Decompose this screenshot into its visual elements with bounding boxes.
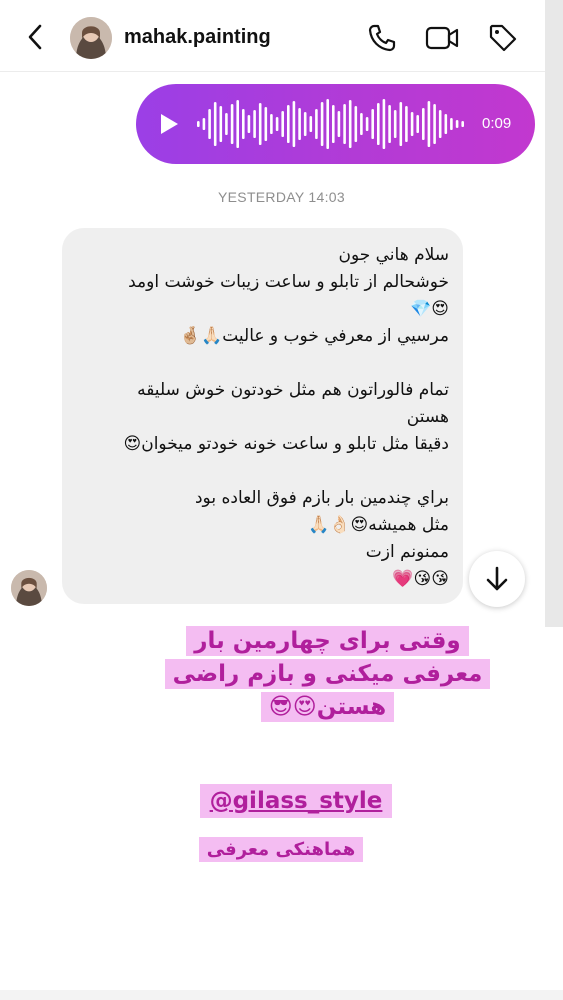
- mention-link[interactable]: @gilass_style: [199, 784, 393, 818]
- waveform-bar: [365, 117, 369, 131]
- waveform-bar: [264, 107, 268, 141]
- scroll-to-bottom-button[interactable]: [469, 551, 525, 607]
- story-caption: وقتی برای چهارمین بار معرفی میکنی و بازم…: [156, 625, 499, 724]
- waveform-bar: [225, 113, 228, 135]
- waveform-bar: [427, 101, 431, 147]
- waveform-bar: [337, 111, 341, 137]
- message-line: [77, 350, 449, 377]
- message-line: براي چندمين بار بازم فوق العاده بود: [194, 488, 449, 508]
- message-timestamp: YESTERDAY 14:03: [218, 189, 345, 205]
- message-line: مثل هميشه😍👌🏻🙏🏻: [308, 515, 449, 535]
- message-line: تمام فالوراتون هم مثل خودتون خوش سليقه: [137, 380, 449, 400]
- waveform-bar: [326, 99, 329, 149]
- message-line: خوشحالم از تابلو و ساعت زيبات خوشت اومد: [128, 272, 449, 292]
- waveform-bar: [360, 113, 363, 135]
- waveform-bar: [208, 109, 211, 139]
- waveform-bar: [213, 102, 217, 146]
- waveform-bar: [253, 110, 256, 138]
- waveform-bar: [202, 118, 206, 130]
- phone-call-button[interactable]: [364, 20, 400, 56]
- message-line: [77, 458, 449, 485]
- waveform-bar: [438, 110, 442, 138]
- waveform-bar: [388, 105, 391, 143]
- scrollbar-track: [545, 0, 563, 627]
- received-message-bubble[interactable]: سلام هاني جون خوشحالم از تابلو و ساعت زي…: [62, 228, 463, 604]
- video-camera-icon: [425, 26, 459, 50]
- waveform-bar: [303, 112, 307, 136]
- waveform-bar: [455, 120, 459, 128]
- phone-icon: [368, 24, 396, 52]
- waveform-bar: [343, 104, 346, 144]
- waveform-bar: [219, 106, 223, 142]
- waveform-bar: [416, 115, 419, 133]
- arrow-down-icon: [486, 566, 508, 591]
- play-icon[interactable]: [158, 112, 180, 136]
- waveform-bar: [450, 118, 453, 130]
- waveform-bar: [410, 112, 414, 136]
- waveform-bar: [197, 121, 200, 127]
- waveform-bar: [433, 104, 436, 144]
- waveform-bar: [320, 102, 324, 146]
- waveform-bar: [298, 108, 301, 140]
- subtitle-text: هماهنکی معرفی: [198, 837, 364, 862]
- waveform-bar: [275, 117, 279, 131]
- waveform-bar: [287, 105, 290, 143]
- waveform-bar: [309, 116, 313, 132]
- caption-line: معرفی میکنی و بازم راضی: [164, 659, 491, 689]
- waveform-bar: [405, 106, 408, 142]
- bottom-edge: [0, 990, 563, 1000]
- waveform-bar: [382, 99, 386, 149]
- waveform-bar: [354, 106, 358, 142]
- waveform-bar: [444, 114, 448, 134]
- message-line: هستن: [406, 407, 449, 427]
- avatar[interactable]: [70, 17, 112, 59]
- waveform-bar: [236, 100, 239, 148]
- message-line: سلام هاني جون: [338, 245, 449, 265]
- message-line: ممنونم ازت: [365, 542, 449, 562]
- waveform-bar: [270, 114, 273, 134]
- message-line: مرسيي از معرفي خوب و عاليت🙏🏻🤞🏼: [179, 326, 449, 346]
- waveform-bar: [422, 108, 425, 140]
- message-text: سلام هاني جون خوشحالم از تابلو و ساعت زي…: [77, 242, 450, 593]
- waveform-bar: [461, 121, 464, 127]
- waveform-bar: [348, 100, 352, 148]
- waveform-bar: [315, 109, 318, 139]
- waveform-bar: [242, 109, 245, 139]
- waveform-bar: [292, 101, 296, 147]
- waveform-bar: [371, 109, 374, 139]
- mention-sticker[interactable]: @gilass_style: [196, 782, 396, 820]
- tag-button[interactable]: [485, 20, 521, 56]
- waveform-bar: [332, 105, 335, 143]
- caption-line: وقتی برای چهارمین بار: [186, 626, 469, 656]
- waveform-bar: [281, 111, 284, 137]
- video-call-button[interactable]: [424, 20, 460, 56]
- back-arrow-icon: [28, 24, 42, 50]
- caption-line: هستن😍😎: [260, 692, 395, 722]
- waveform-bar: [230, 104, 234, 144]
- tag-icon: [489, 24, 517, 52]
- waveform-bar: [258, 103, 262, 145]
- message-line: 😍💎: [410, 299, 449, 319]
- waveform-bar: [247, 115, 251, 133]
- chat-header: mahak.painting: [0, 0, 545, 72]
- voice-message[interactable]: 0:09: [136, 84, 535, 164]
- message-line: 😘😘💗: [392, 569, 449, 589]
- chat-username[interactable]: mahak.painting: [124, 26, 271, 49]
- waveform-bar: [399, 102, 403, 146]
- sender-avatar[interactable]: [11, 570, 47, 606]
- voice-duration: 0:09: [482, 115, 512, 132]
- waveform-bar: [377, 103, 380, 145]
- story-subtitle: هماهنکی معرفی: [198, 834, 364, 866]
- message-line: دقيقا مثل تابلو و ساعت خونه خودتو ميخوان…: [123, 434, 450, 454]
- waveform-bar: [393, 110, 397, 138]
- back-button[interactable]: [18, 20, 52, 54]
- waveform[interactable]: [196, 96, 466, 152]
